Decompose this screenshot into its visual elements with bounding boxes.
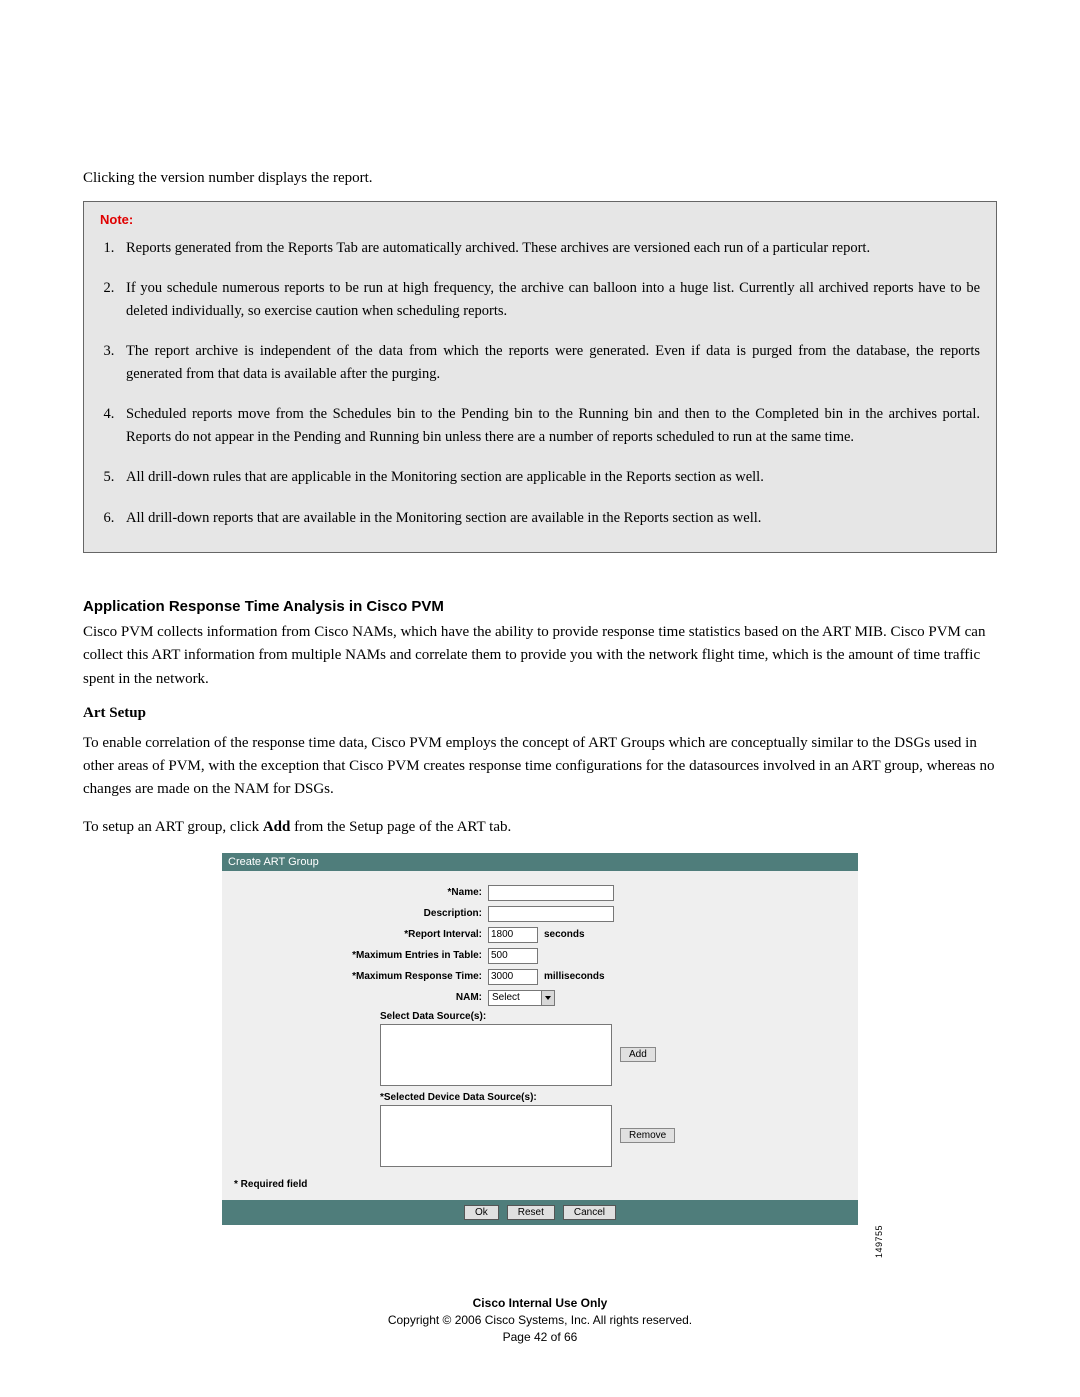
cancel-button[interactable]: Cancel [563, 1205, 616, 1220]
footer-line-2: Copyright © 2006 Cisco Systems, Inc. All… [83, 1312, 997, 1329]
required-field-note: * Required field [234, 1179, 848, 1190]
footer-line-1: Cisco Internal Use Only [83, 1295, 997, 1312]
max-entries-input[interactable] [488, 948, 538, 964]
note-box: Note: Reports generated from the Reports… [83, 201, 997, 553]
row-max-response: *Maximum Response Time: milliseconds [232, 969, 848, 985]
nam-selected-value: Select [492, 992, 520, 1003]
dialog-title-bar: Create ART Group [222, 853, 858, 871]
art-body: Cisco PVM collects information from Cisc… [83, 621, 997, 691]
figure-id: 149755 [874, 1225, 884, 1258]
list-item: All drill-down rules that are applicable… [118, 466, 980, 488]
name-input[interactable] [488, 885, 614, 901]
list-item: Scheduled reports move from the Schedule… [118, 403, 980, 448]
nam-select[interactable]: Select [488, 990, 555, 1006]
unit-milliseconds: milliseconds [544, 971, 605, 982]
available-datasources-listbox[interactable] [380, 1024, 612, 1086]
dialog-body: *Name: Description: *Report Interval: se… [222, 871, 858, 1200]
document-page: Clicking the version number displays the… [0, 0, 1080, 1395]
setup-body2-bold: Add [263, 819, 291, 835]
setup-body2-pre: To setup an ART group, click [83, 819, 263, 835]
list-item: The report archive is independent of the… [118, 340, 980, 385]
remove-button[interactable]: Remove [620, 1128, 675, 1143]
label-max-response: *Maximum Response Time: [232, 971, 488, 982]
ok-button[interactable]: Ok [464, 1205, 499, 1220]
label-nam: NAM: [232, 992, 488, 1003]
row-description: Description: [232, 906, 848, 922]
section-heading-setup: Art Setup [83, 705, 997, 722]
setup-body-2: To setup an ART group, click Add from th… [83, 816, 997, 839]
page-footer: Cisco Internal Use Only Copyright © 2006… [83, 1295, 997, 1345]
chevron-down-icon [541, 991, 554, 1005]
add-button[interactable]: Add [620, 1047, 656, 1062]
setup-body2-post: from the Setup page of the ART tab. [290, 819, 511, 835]
description-input[interactable] [488, 906, 614, 922]
label-selected-ds: *Selected Device Data Source(s): [380, 1092, 848, 1103]
list-item: Reports generated from the Reports Tab a… [118, 237, 980, 259]
label-name: *Name: [232, 887, 488, 898]
unit-seconds: seconds [544, 929, 585, 940]
row-select-ds: Add [232, 1024, 848, 1086]
list-item: All drill-down reports that are availabl… [118, 507, 980, 529]
section-heading-art: Application Response Time Analysis in Ci… [83, 598, 997, 615]
embedded-dialog: Create ART Group *Name: Description: *Re… [222, 853, 858, 1225]
label-description: Description: [232, 908, 488, 919]
label-report-interval: *Report Interval: [232, 929, 488, 940]
row-nam: NAM: Select [232, 990, 848, 1006]
intro-text: Clicking the version number displays the… [83, 170, 997, 187]
report-interval-input[interactable] [488, 927, 538, 943]
label-select-ds: Select Data Source(s): [380, 1011, 848, 1022]
dialog-footer: Ok Reset Cancel [222, 1200, 858, 1225]
row-report-interval: *Report Interval: seconds [232, 927, 848, 943]
list-item: If you schedule numerous reports to be r… [118, 277, 980, 322]
max-response-input[interactable] [488, 969, 538, 985]
setup-body: To enable correlation of the response ti… [83, 732, 997, 802]
note-title: Note: [100, 212, 980, 227]
selected-datasources-listbox[interactable] [380, 1105, 612, 1167]
label-max-entries: *Maximum Entries in Table: [232, 950, 488, 961]
footer-line-3: Page 42 of 66 [83, 1329, 997, 1346]
reset-button[interactable]: Reset [507, 1205, 555, 1220]
row-selected-ds: Remove [232, 1105, 848, 1167]
row-name: *Name: [232, 885, 848, 901]
row-max-entries: *Maximum Entries in Table: [232, 948, 848, 964]
note-list: Reports generated from the Reports Tab a… [100, 237, 980, 529]
